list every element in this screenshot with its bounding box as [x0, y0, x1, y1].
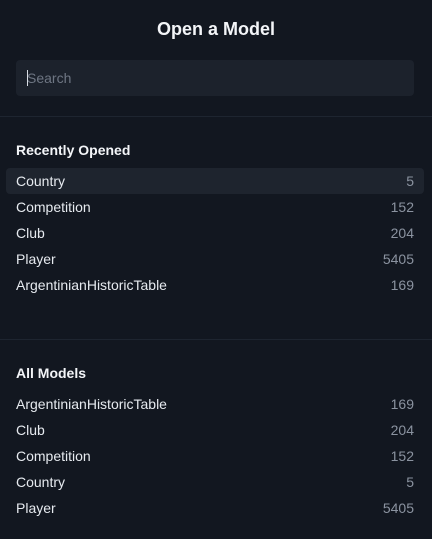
list-item[interactable]: Competition 152 [6, 194, 424, 220]
list-item[interactable]: Club 204 [6, 417, 424, 443]
text-cursor [27, 70, 28, 86]
model-name: Player [16, 500, 56, 516]
model-count: 5 [406, 474, 414, 490]
model-count: 169 [390, 277, 414, 293]
model-count: 169 [390, 396, 414, 412]
open-model-dialog: Open a Model Recently Opened Country 5 C… [0, 0, 432, 539]
list-item[interactable]: Player 5405 [6, 246, 424, 272]
model-name: Club [16, 422, 45, 438]
list-item[interactable]: Country 5 [6, 168, 424, 194]
list-item[interactable]: Player 5405 [6, 495, 424, 521]
divider [0, 339, 432, 340]
list-item[interactable]: Club 204 [6, 220, 424, 246]
model-name: ArgentinianHistoricTable [16, 396, 167, 412]
model-name: Club [16, 225, 45, 241]
list-item[interactable]: Country 5 [6, 469, 424, 495]
recently-opened-list: Country 5 Competition 152 Club 204 Playe… [6, 168, 424, 298]
model-name: Competition [16, 199, 91, 215]
dialog-title: Open a Model [156, 19, 275, 39]
model-count: 204 [390, 422, 414, 438]
model-count: 152 [390, 199, 414, 215]
model-count: 152 [390, 448, 414, 464]
model-count: 5405 [382, 251, 414, 267]
model-name: Player [16, 251, 56, 267]
model-name: ArgentinianHistoricTable [16, 277, 167, 293]
divider [0, 116, 432, 117]
model-name: Competition [16, 448, 91, 464]
search-input[interactable] [16, 60, 414, 96]
list-item[interactable]: Competition 152 [6, 443, 424, 469]
model-count: 204 [390, 225, 414, 241]
all-models-heading: All Models [16, 365, 87, 381]
model-name: Country [16, 474, 66, 490]
list-item[interactable]: ArgentinianHistoricTable 169 [6, 272, 424, 298]
model-count: 5405 [382, 500, 414, 516]
all-models-list: ArgentinianHistoricTable 169 Club 204 Co… [6, 391, 424, 521]
model-count: 5 [406, 173, 414, 189]
list-item[interactable]: ArgentinianHistoricTable 169 [6, 391, 424, 417]
search-box[interactable] [16, 60, 414, 96]
model-name: Country [16, 173, 66, 189]
recently-opened-heading: Recently Opened [16, 142, 131, 158]
